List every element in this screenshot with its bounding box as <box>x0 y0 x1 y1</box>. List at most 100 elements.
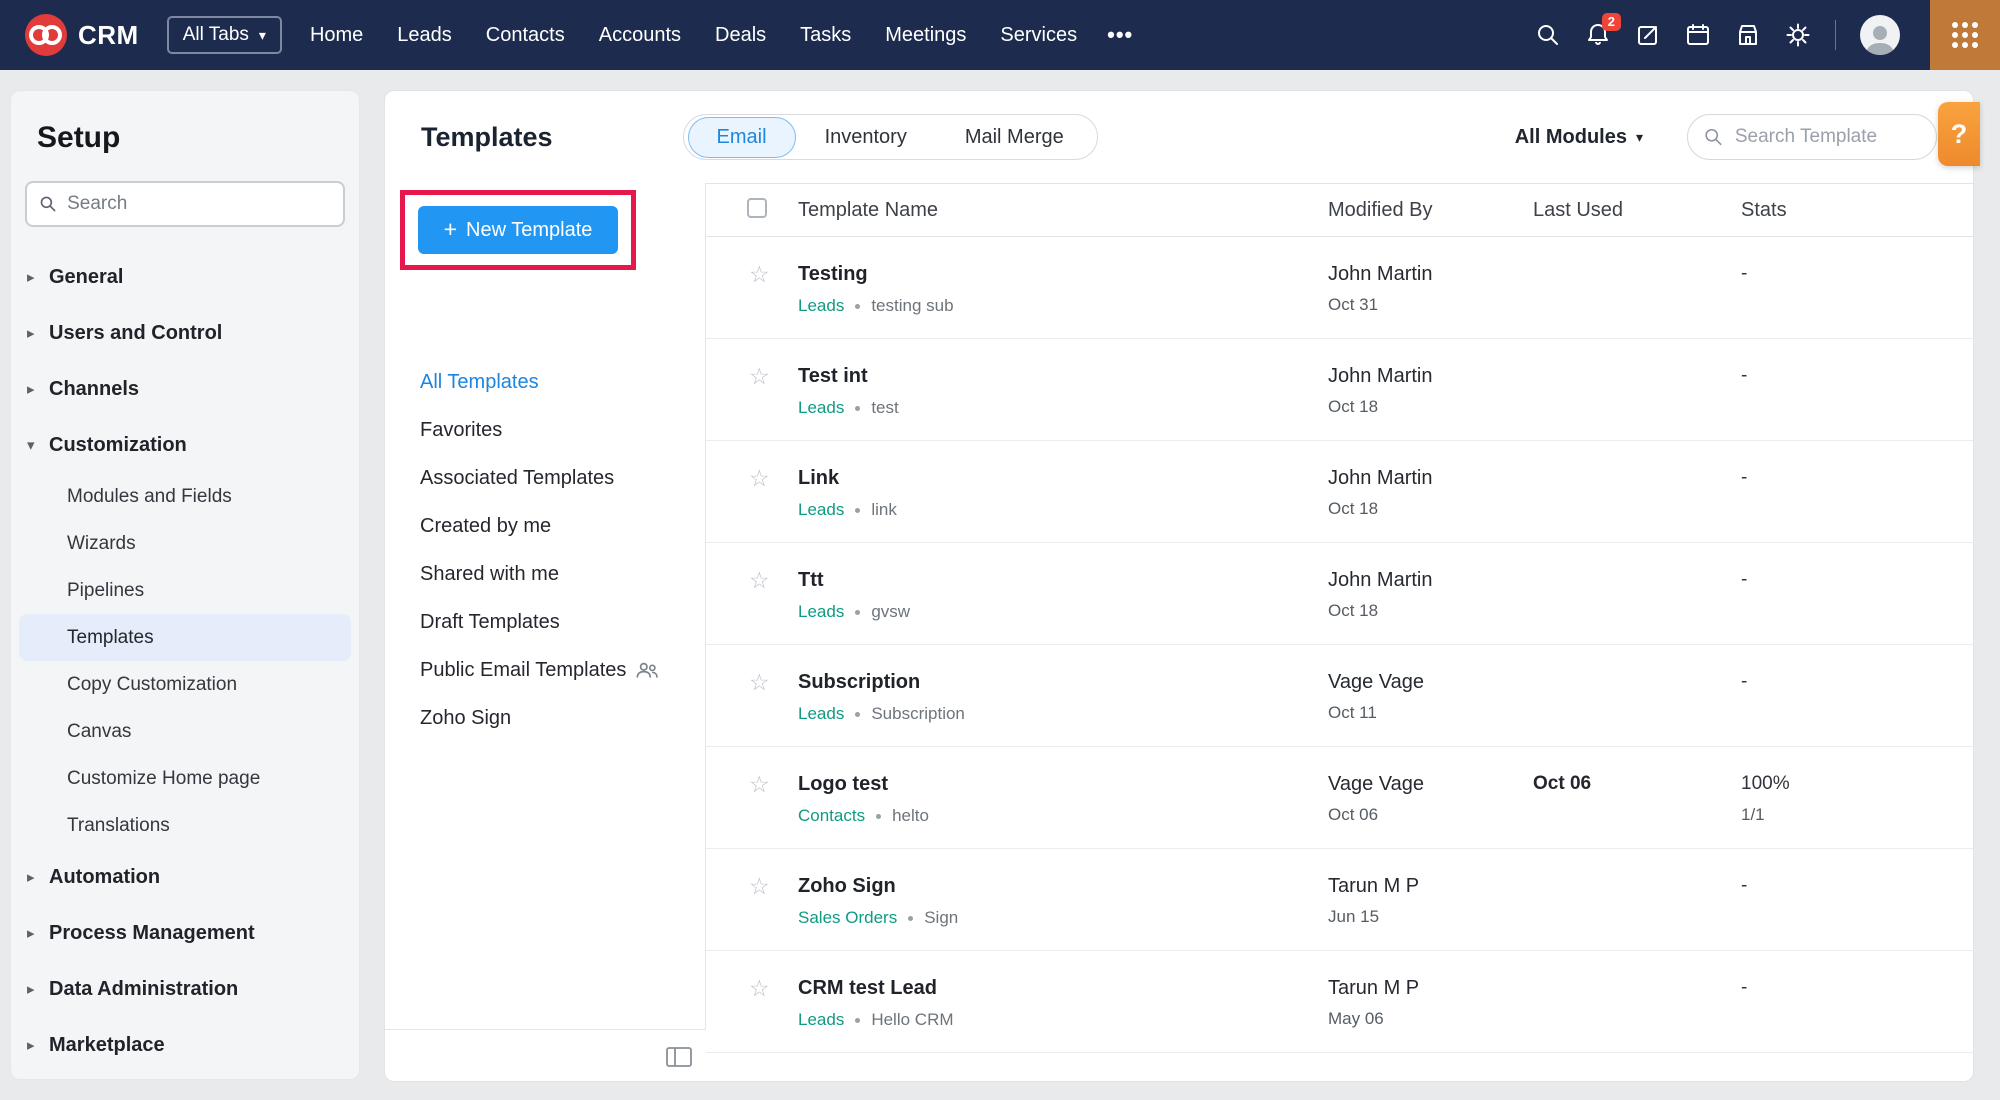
sidebar-subitem-modules-and-fields[interactable]: Modules and Fields <box>11 473 359 520</box>
settings-gear-icon[interactable] <box>1785 22 1811 48</box>
sidebar-subitem-wizards[interactable]: Wizards <box>11 520 359 567</box>
column-modified-by[interactable]: Modified By <box>1328 199 1533 222</box>
nav-home[interactable]: Home <box>310 24 363 47</box>
favorite-star-icon[interactable]: ☆ <box>747 465 770 491</box>
template-name-link[interactable]: Subscription <box>798 670 1328 694</box>
sidebar-subitem-pipelines[interactable]: Pipelines <box>11 567 359 614</box>
sidebar-subitem-templates[interactable]: Templates <box>19 614 351 661</box>
apps-grid-icon[interactable] <box>1930 0 2000 70</box>
template-search[interactable] <box>1687 114 1937 160</box>
sidebar-subitem-translations[interactable]: Translations <box>11 802 359 849</box>
column-last-used[interactable]: Last Used <box>1533 199 1741 222</box>
all-tabs-dropdown[interactable]: All Tabs ▾ <box>166 16 282 54</box>
table-row[interactable]: ☆ Ttt Leads gvsw John Martin Oct 18 - <box>706 543 1973 645</box>
sidebar-item-label: Customization <box>49 433 187 456</box>
table-row[interactable]: ☆ Subscription Leads Subscription Vage V… <box>706 645 1973 747</box>
table-row[interactable]: ☆ Zoho Sign Sales Orders Sign Tarun M P … <box>706 849 1973 951</box>
nav-services[interactable]: Services <box>1000 24 1077 47</box>
template-search-input[interactable] <box>1734 126 1920 148</box>
sidebar-subitem-customize-home-page[interactable]: Customize Home page <box>11 755 359 802</box>
favorite-star-icon[interactable]: ☆ <box>747 363 770 389</box>
sidebar-search-input[interactable] <box>67 193 331 215</box>
folder-created-by-me[interactable]: Created by me <box>420 502 691 550</box>
module-link[interactable]: Leads <box>798 500 844 520</box>
top-navbar: CRM All Tabs ▾ Home Leads Contacts Accou… <box>0 0 2000 70</box>
module-link[interactable]: Leads <box>798 602 844 622</box>
table-row[interactable]: ☆ Link Leads link John Martin Oct 18 - <box>706 441 1973 543</box>
nav-leads[interactable]: Leads <box>397 24 452 47</box>
favorite-star-icon[interactable]: ☆ <box>747 669 770 695</box>
select-all-checkbox[interactable] <box>747 197 767 218</box>
sidebar-item-customization[interactable]: ▾ Customization <box>11 417 359 473</box>
table-row[interactable]: ☆ Testing Leads testing sub John Martin … <box>706 237 1973 339</box>
tab-mail-merge[interactable]: Mail Merge <box>936 117 1093 158</box>
help-tab[interactable]: ? <box>1938 102 1980 166</box>
folder-shared-with-me[interactable]: Shared with me <box>420 550 691 598</box>
nav-tasks[interactable]: Tasks <box>800 24 851 47</box>
module-link[interactable]: Leads <box>798 1010 844 1030</box>
template-name-link[interactable]: Logo test <box>798 772 1328 796</box>
template-name-link[interactable]: Testing <box>798 262 1328 286</box>
sidebar-item-users-and-control[interactable]: ▸ Users and Control <box>11 305 359 361</box>
folder-associated-templates[interactable]: Associated Templates <box>420 454 691 502</box>
module-link[interactable]: Leads <box>798 704 844 724</box>
module-link[interactable]: Leads <box>798 296 844 316</box>
sidebar-subitem-copy-customization[interactable]: Copy Customization <box>11 661 359 708</box>
notifications-bell-icon[interactable]: 2 <box>1585 13 1621 48</box>
stats-value: - <box>1741 875 1748 896</box>
template-name-link[interactable]: Link <box>798 466 1328 490</box>
template-subject: link <box>871 500 897 519</box>
folder-favorites[interactable]: Favorites <box>420 406 691 454</box>
sidebar-search[interactable] <box>25 181 345 227</box>
module-link[interactable]: Leads <box>798 398 844 418</box>
column-template-name[interactable]: Template Name <box>798 199 1328 222</box>
favorite-star-icon[interactable]: ☆ <box>747 975 770 1001</box>
nav-deals[interactable]: Deals <box>715 24 766 47</box>
sidebar-item-process-management[interactable]: ▸ Process Management <box>11 905 359 961</box>
favorite-star-icon[interactable]: ☆ <box>747 771 770 797</box>
tab-email[interactable]: Email <box>687 116 796 158</box>
sidebar-subitem-canvas[interactable]: Canvas <box>11 708 359 755</box>
marketplace-store-icon[interactable] <box>1735 22 1761 48</box>
module-link[interactable]: Sales Orders <box>798 908 897 928</box>
all-modules-dropdown[interactable]: All Modules ▾ <box>1515 126 1643 149</box>
table-row[interactable]: ☆ Test int Leads test John Martin Oct 18… <box>706 339 1973 441</box>
sidebar-item-marketplace[interactable]: ▸ Marketplace <box>11 1017 359 1073</box>
sidebar-item-data-administration[interactable]: ▸ Data Administration <box>11 961 359 1017</box>
folder-public-email-templates[interactable]: Public Email Templates <box>420 646 691 694</box>
template-name-link[interactable]: CRM test Lead <box>798 976 1328 1000</box>
modified-date: Oct 18 <box>1328 601 1379 620</box>
nav-accounts[interactable]: Accounts <box>599 24 681 47</box>
calendar-icon[interactable] <box>1685 22 1711 48</box>
search-icon[interactable] <box>1535 22 1561 48</box>
modified-by: John Martin <box>1328 569 1433 591</box>
template-type-tabs: Email Inventory Mail Merge <box>682 114 1098 160</box>
folder-all-templates[interactable]: All Templates <box>420 358 691 406</box>
nav-more-icon[interactable]: ••• <box>1107 22 1133 48</box>
module-link[interactable]: Contacts <box>798 806 865 826</box>
template-name-link[interactable]: Ttt <box>798 568 1328 592</box>
favorite-star-icon[interactable]: ☆ <box>747 261 770 287</box>
template-name-link[interactable]: Test int <box>798 364 1328 388</box>
favorite-star-icon[interactable]: ☆ <box>747 873 770 899</box>
template-name-link[interactable]: Zoho Sign <box>798 874 1328 898</box>
sidebar-item-channels[interactable]: ▸ Channels <box>11 361 359 417</box>
sidebar-item-label: Process Management <box>49 921 255 944</box>
new-template-button[interactable]: + New Template <box>418 206 618 254</box>
table-row[interactable]: ☆ CRM test Lead Leads Hello CRM Tarun M … <box>706 951 1973 1053</box>
brand[interactable]: CRM <box>24 13 139 57</box>
table-row[interactable]: ☆ Logo test Contacts helto Vage Vage Oct… <box>706 747 1973 849</box>
collapse-panel-icon[interactable] <box>666 1046 692 1067</box>
compose-note-icon[interactable] <box>1635 22 1661 48</box>
tab-inventory[interactable]: Inventory <box>796 117 936 158</box>
column-stats[interactable]: Stats <box>1741 199 1973 222</box>
nav-contacts[interactable]: Contacts <box>486 24 565 47</box>
favorite-star-icon[interactable]: ☆ <box>747 567 770 593</box>
sidebar-item-automation[interactable]: ▸ Automation <box>11 849 359 905</box>
user-avatar[interactable] <box>1860 15 1900 55</box>
folder-draft-templates[interactable]: Draft Templates <box>420 598 691 646</box>
sidebar-item-label: Channels <box>49 377 140 400</box>
sidebar-item-general[interactable]: ▸ General <box>11 249 359 305</box>
nav-meetings[interactable]: Meetings <box>885 24 966 47</box>
folder-zoho-sign[interactable]: Zoho Sign <box>420 694 691 742</box>
